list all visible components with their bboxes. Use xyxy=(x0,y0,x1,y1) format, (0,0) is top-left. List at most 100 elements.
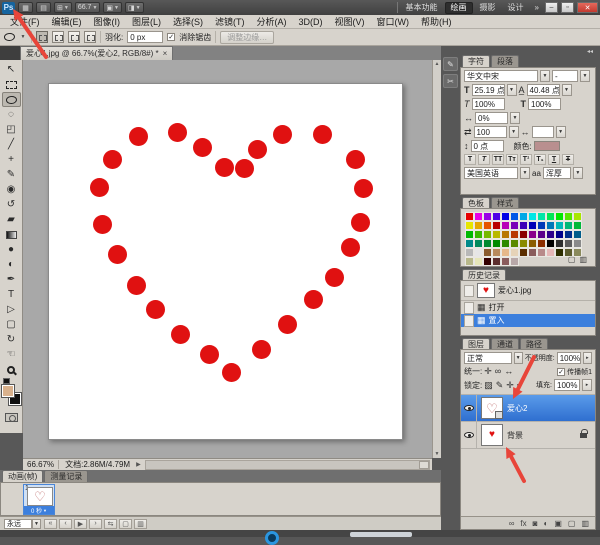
delete-layer-icon[interactable]: ▥ xyxy=(581,519,589,528)
minimize-button[interactable]: – xyxy=(545,2,558,13)
tab-measurement-log[interactable]: 测量记录 xyxy=(44,470,88,482)
first-frame-button[interactable]: « xyxy=(44,519,57,529)
lock-pixels-icon[interactable]: ✎ xyxy=(496,381,504,390)
color-swatch[interactable] xyxy=(510,230,519,239)
workspace-button-设计[interactable]: 设计 xyxy=(503,2,529,14)
font-size-input[interactable]: 25.19 点 xyxy=(472,84,505,96)
history-step-slot[interactable] xyxy=(464,315,474,327)
brush-tool[interactable]: ✎ xyxy=(2,167,21,182)
color-swatch[interactable] xyxy=(564,212,573,221)
color-swatch[interactable] xyxy=(465,212,474,221)
type-tool[interactable]: T xyxy=(2,287,21,302)
unify-position-icon[interactable]: ✛ xyxy=(484,367,492,376)
color-swatch[interactable] xyxy=(546,230,555,239)
menu-item[interactable]: 图层(L) xyxy=(126,15,167,28)
color-swatch[interactable] xyxy=(528,239,537,248)
tab-paragraph[interactable]: 段落 xyxy=(491,55,519,67)
restore-button[interactable]: ▫ xyxy=(561,2,574,13)
scrollbar-end-box[interactable] xyxy=(419,461,429,469)
color-swatch[interactable] xyxy=(510,221,519,230)
color-swatch[interactable] xyxy=(537,248,546,257)
workspace-button-绘画[interactable]: 绘画 xyxy=(445,2,473,14)
color-swatch[interactable] xyxy=(492,239,501,248)
document-tab[interactable]: 爱心1.jpg @ 66.7%(爱心2, RGB/8#) * × xyxy=(20,46,173,60)
menu-item[interactable]: 帮助(H) xyxy=(415,15,458,28)
next-frame-button[interactable]: › xyxy=(89,519,102,529)
brush-panel-icon[interactable]: ✎ xyxy=(443,57,458,71)
color-swatch[interactable] xyxy=(555,248,564,257)
color-swatch[interactable] xyxy=(474,248,483,257)
layer-row[interactable]: ♥背景 xyxy=(461,422,595,449)
baseline-shift-input[interactable]: 0 点 xyxy=(471,140,504,152)
font-family-dropdown-icon[interactable]: ▼ xyxy=(540,70,550,82)
color-swatch[interactable] xyxy=(519,221,528,230)
fill-input[interactable]: 100% xyxy=(554,379,580,391)
history-snapshot-row[interactable]: ♥ 爱心1.jpg xyxy=(461,281,595,301)
blur-tool[interactable]: ● xyxy=(2,242,21,257)
menu-item[interactable]: 文件(F) xyxy=(4,15,46,28)
bridge-icon[interactable]: ▦ xyxy=(18,2,33,13)
dodge-tool[interactable]: ◐ xyxy=(2,257,21,272)
color-swatch[interactable] xyxy=(528,248,537,257)
clone-stamp-tool[interactable]: ◉ xyxy=(2,182,21,197)
color-swatch[interactable] xyxy=(573,221,582,230)
blend-mode-select[interactable]: 正常 xyxy=(464,352,512,364)
zoom-tool[interactable] xyxy=(2,362,21,377)
tool-preset-dropdown-icon[interactable]: ▼ xyxy=(19,34,27,40)
color-swatch[interactable] xyxy=(483,248,492,257)
color-swatch[interactable] xyxy=(465,257,474,266)
proportional-dropdown-icon[interactable]: ▼ xyxy=(510,112,520,124)
tab-close-icon[interactable]: × xyxy=(163,49,168,58)
unify-style-icon[interactable]: ↔ xyxy=(504,367,513,376)
vertical-scale-input[interactable]: 100% xyxy=(472,98,505,110)
quick-selection-tool[interactable]: ◌ xyxy=(2,107,21,122)
animation-frame[interactable]: 1 ♡ 0 秒▼ xyxy=(23,484,55,515)
lasso-tool-preset-icon[interactable] xyxy=(3,32,15,41)
delete-swatch-icon[interactable]: ▥ xyxy=(579,255,587,264)
adjustment-layer-icon[interactable]: ◐ xyxy=(543,519,548,528)
refine-edge-button[interactable]: 调整边缘… xyxy=(220,31,274,44)
link-layers-icon[interactable]: ∞ xyxy=(509,519,515,528)
close-button[interactable]: ✕ xyxy=(577,2,598,13)
color-swatch[interactable] xyxy=(474,239,483,248)
font-style-select[interactable]: - xyxy=(552,70,578,82)
intersect-selection-mode-button[interactable] xyxy=(84,31,96,43)
color-swatch[interactable] xyxy=(555,239,564,248)
antialias-checkbox[interactable]: ✓ xyxy=(167,33,175,41)
menu-item[interactable]: 分析(A) xyxy=(251,15,293,28)
text-style-button-1[interactable]: T xyxy=(478,154,490,165)
new-layer-icon[interactable]: ▢ xyxy=(568,519,576,528)
color-swatch[interactable] xyxy=(519,230,528,239)
eyedropper-tool[interactable]: ╱ xyxy=(2,137,21,152)
document-canvas[interactable] xyxy=(48,83,403,440)
color-swatch[interactable] xyxy=(564,239,573,248)
tab-character[interactable]: 字符 xyxy=(462,55,490,67)
menu-item[interactable]: 选择(S) xyxy=(167,15,209,28)
menu-item[interactable]: 视图(V) xyxy=(329,15,371,28)
history-brush-slot[interactable] xyxy=(464,285,474,297)
propagate-frame-checkbox[interactable]: ✓ xyxy=(557,368,565,376)
color-swatch[interactable] xyxy=(573,239,582,248)
antialias-dropdown-icon[interactable]: ▼ xyxy=(573,167,583,179)
color-swatch[interactable] xyxy=(474,257,483,266)
color-swatch[interactable] xyxy=(537,221,546,230)
tracking-input[interactable]: 100 xyxy=(474,126,507,138)
visibility-toggle[interactable] xyxy=(461,395,477,422)
text-style-button-7[interactable]: Ŧ xyxy=(562,154,574,165)
blend-mode-dropdown-icon[interactable]: ▼ xyxy=(514,352,523,364)
language-select[interactable]: 美国英语 xyxy=(464,167,518,179)
color-swatch[interactable] xyxy=(528,212,537,221)
font-size-dropdown-icon[interactable]: ▼ xyxy=(507,84,517,96)
lock-all-icon[interactable]: ▪ xyxy=(517,381,520,390)
language-dropdown-icon[interactable]: ▼ xyxy=(520,167,530,179)
color-swatch[interactable] xyxy=(501,257,510,266)
color-swatch[interactable] xyxy=(537,230,546,239)
add-selection-mode-button[interactable] xyxy=(52,31,64,43)
color-swatch[interactable] xyxy=(519,248,528,257)
workspace-button-摄影[interactable]: 摄影 xyxy=(475,2,501,14)
play-button[interactable]: ▶ xyxy=(74,519,87,529)
menu-item[interactable]: 3D(D) xyxy=(293,17,329,27)
layer-group-icon[interactable]: ▣ xyxy=(554,519,562,528)
color-swatch[interactable] xyxy=(519,212,528,221)
move-tool[interactable]: ↖ xyxy=(2,62,21,77)
